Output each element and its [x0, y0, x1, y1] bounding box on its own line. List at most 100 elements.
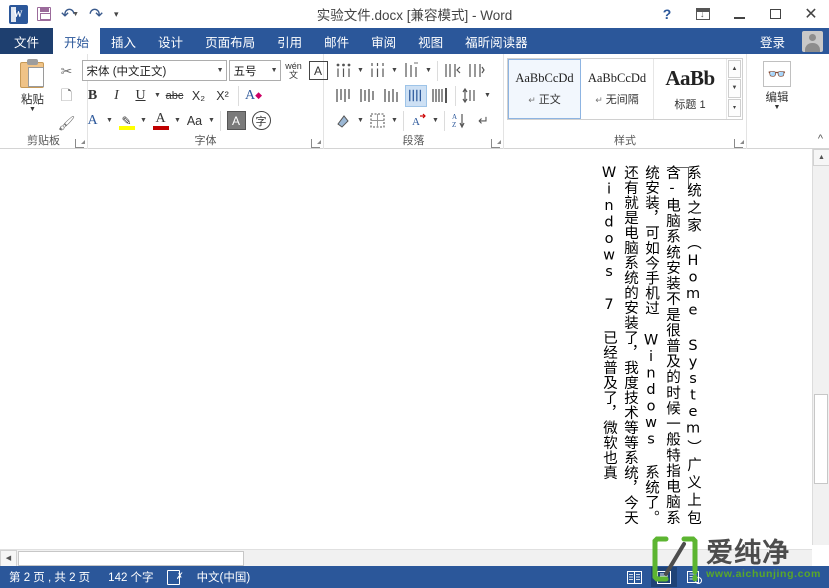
- tab-design[interactable]: 设计: [147, 28, 194, 54]
- align-top-icon[interactable]: [333, 85, 355, 107]
- style-item-no-spacing[interactable]: AaBbCcDd ↵ 无间隔: [581, 59, 654, 119]
- word-count[interactable]: 142 个字: [99, 569, 162, 585]
- highlight-color-icon[interactable]: ✎: [116, 110, 138, 132]
- tab-page-layout[interactable]: 页面布局: [194, 28, 266, 54]
- language-indicator[interactable]: 中文(中国): [188, 569, 260, 585]
- increase-indent-icon[interactable]: [466, 60, 488, 82]
- styles-scroll-up-icon[interactable]: ▲: [728, 60, 741, 79]
- font-name-caret-icon[interactable]: ▼: [214, 67, 224, 74]
- scroll-up-icon[interactable]: ▲: [813, 149, 829, 166]
- horizontal-scroll-thumb[interactable]: [18, 551, 244, 566]
- styles-scroll-down-icon[interactable]: ▼: [728, 79, 741, 98]
- document-canvas[interactable]: 系统之家（Home System）广义上包含-电脑系统安装不是很普及的时候一般特…: [0, 149, 829, 545]
- clipboard-dialog-launcher-icon[interactable]: [75, 139, 85, 148]
- font-size-combobox[interactable]: 五号 ▼: [228, 60, 281, 81]
- close-icon[interactable]: ✕: [793, 0, 829, 28]
- ribbon-display-options-icon[interactable]: [685, 0, 721, 28]
- shading-caret-icon[interactable]: ▼: [357, 117, 365, 124]
- font-name-combobox[interactable]: 宋体 (中文正文) ▼: [81, 60, 227, 81]
- strikethrough-button[interactable]: abc: [164, 85, 186, 107]
- show-formatting-marks-icon[interactable]: ↵: [473, 110, 495, 132]
- tab-insert[interactable]: 插入: [100, 28, 147, 54]
- decrease-indent-icon[interactable]: [442, 60, 464, 82]
- document-page[interactable]: 系统之家（Home System）广义上包含-电脑系统安装不是很普及的时候一般特…: [0, 149, 789, 545]
- chinese-layout-icon[interactable]: A: [408, 110, 430, 132]
- paste-dropdown-caret-icon[interactable]: ▼: [29, 106, 36, 113]
- change-case-caret-icon[interactable]: ▼: [208, 117, 216, 124]
- tab-references[interactable]: 引用: [266, 28, 313, 54]
- clear-formatting-icon[interactable]: A ◆: [243, 85, 265, 107]
- phonetic-guide-icon[interactable]: wén 文: [283, 60, 305, 82]
- tab-view[interactable]: 视图: [407, 28, 454, 54]
- align-center-icon[interactable]: [357, 85, 379, 107]
- scroll-left-icon[interactable]: ◀: [0, 549, 17, 567]
- page-indicator[interactable]: 第 2 页 , 共 2 页: [0, 569, 99, 585]
- paste-button[interactable]: 粘贴 ▼: [10, 57, 56, 113]
- font-size-caret-icon[interactable]: ▼: [268, 67, 278, 74]
- print-layout-view-button[interactable]: [651, 567, 677, 587]
- superscript-button[interactable]: X²: [212, 85, 234, 107]
- minimize-icon[interactable]: [721, 0, 757, 28]
- web-layout-view-button[interactable]: [681, 567, 707, 587]
- multilevel-list-icon[interactable]: [401, 60, 423, 82]
- undo-icon[interactable]: ↶ ▼: [58, 3, 82, 25]
- document-vertical-text[interactable]: 系统之家（Home System）广义上包含-电脑系统安装不是很普及的时候一般特…: [598, 165, 703, 525]
- save-icon[interactable]: [32, 3, 56, 25]
- help-icon[interactable]: ?: [649, 0, 685, 28]
- vertical-scrollbar[interactable]: ▲: [812, 149, 829, 545]
- font-color-icon[interactable]: A: [150, 110, 172, 132]
- line-spacing-icon[interactable]: [460, 85, 482, 107]
- maximize-icon[interactable]: [757, 0, 793, 28]
- italic-button[interactable]: I: [106, 85, 128, 107]
- font-dialog-launcher-icon[interactable]: [311, 139, 321, 148]
- editing-button[interactable]: 👓 编辑 ▼: [754, 57, 800, 111]
- bullets-icon[interactable]: [333, 60, 355, 82]
- customize-qat-icon[interactable]: ▾: [110, 9, 123, 20]
- format-painter-icon[interactable]: 🖌: [56, 112, 78, 134]
- copy-icon[interactable]: 🗋: [56, 86, 78, 108]
- line-spacing-caret-icon[interactable]: ▼: [484, 92, 492, 99]
- borders-icon[interactable]: [367, 110, 389, 132]
- paragraph-dialog-launcher-icon[interactable]: [491, 139, 501, 148]
- enclose-characters-icon[interactable]: 字: [250, 110, 273, 132]
- avatar[interactable]: [802, 31, 823, 52]
- bold-button[interactable]: B: [82, 85, 104, 107]
- subscript-button[interactable]: X₂: [188, 85, 210, 107]
- change-case-icon[interactable]: Aa: [184, 110, 206, 132]
- read-mode-view-button[interactable]: [621, 567, 647, 587]
- tab-foxit-reader[interactable]: 福昕阅读器: [454, 28, 539, 54]
- vertical-scroll-thumb[interactable]: [814, 394, 828, 484]
- char-shading-icon[interactable]: A: [225, 110, 248, 132]
- multilevel-caret-icon[interactable]: ▼: [425, 67, 433, 74]
- editing-caret-icon[interactable]: ▼: [774, 104, 781, 111]
- collapse-ribbon-icon[interactable]: ^: [818, 133, 823, 145]
- tab-file[interactable]: 文件: [0, 28, 54, 54]
- text-effects-caret-icon[interactable]: ▼: [106, 117, 114, 124]
- numbering-caret-icon[interactable]: ▼: [391, 67, 399, 74]
- bullets-caret-icon[interactable]: ▼: [357, 67, 365, 74]
- justify-icon[interactable]: [404, 84, 427, 107]
- cut-icon[interactable]: ✂: [56, 60, 78, 82]
- sign-in-link[interactable]: 登录: [760, 28, 785, 54]
- numbering-icon[interactable]: [367, 60, 389, 82]
- tab-home[interactable]: 开始: [53, 28, 101, 54]
- tab-review[interactable]: 审阅: [360, 28, 407, 54]
- distribute-icon[interactable]: [429, 85, 451, 107]
- chinese-layout-caret-icon[interactable]: ▼: [432, 117, 440, 124]
- tab-mailings[interactable]: 邮件: [313, 28, 360, 54]
- text-effects-icon[interactable]: A: [82, 110, 104, 132]
- font-color-caret-icon[interactable]: ▼: [174, 117, 182, 124]
- proofing-errors-icon[interactable]: [166, 570, 184, 585]
- highlight-caret-icon[interactable]: ▼: [140, 117, 148, 124]
- borders-caret-icon[interactable]: ▼: [391, 117, 399, 124]
- style-item-normal[interactable]: AaBbCcDd ↵ 正文: [508, 59, 581, 119]
- underline-caret-icon[interactable]: ▼: [154, 92, 162, 99]
- horizontal-scrollbar[interactable]: ◀: [0, 549, 812, 567]
- styles-more-icon[interactable]: ▾: [728, 98, 741, 117]
- style-item-heading1[interactable]: AaBb 标题 1: [654, 59, 727, 119]
- sort-icon[interactable]: AZ: [449, 110, 471, 132]
- styles-dialog-launcher-icon[interactable]: [734, 139, 744, 148]
- shading-icon[interactable]: [333, 110, 355, 132]
- align-bottom-icon[interactable]: [381, 85, 403, 107]
- underline-button[interactable]: U: [130, 85, 152, 107]
